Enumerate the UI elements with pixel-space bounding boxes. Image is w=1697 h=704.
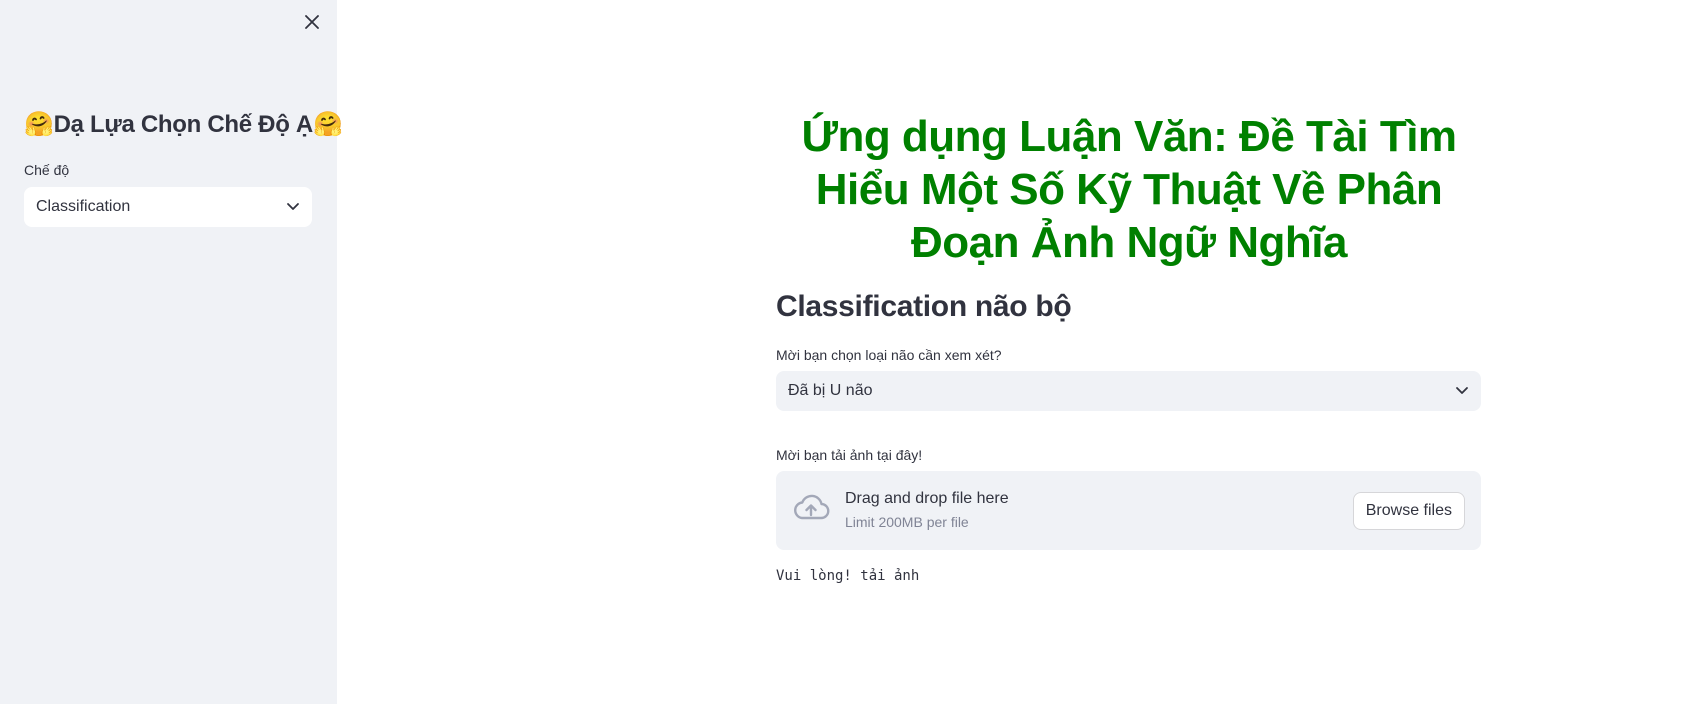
section-subheader: Classification não bộ	[776, 290, 1072, 323]
mode-select-value: Classification	[36, 198, 131, 215]
chevron-down-icon	[1456, 387, 1468, 394]
dropzone-limit: Limit 200MB per file	[845, 514, 969, 530]
status-message: Vui lòng! tải ảnh	[776, 568, 920, 584]
chevron-down-icon	[287, 203, 299, 210]
close-icon	[305, 15, 319, 29]
close-sidebar-button[interactable]	[300, 10, 324, 34]
cloud-upload-icon	[794, 494, 830, 520]
dropzone-text: Drag and drop file here Limit 200MB per …	[845, 490, 1009, 530]
mode-label: Chế độ	[24, 162, 70, 178]
brain-type-select-value: Đã bị U não	[788, 382, 873, 399]
page-title: Ứng dụng Luận Văn: Đề Tài Tìm Hiểu Một S…	[801, 112, 1457, 267]
mode-select[interactable]: Classification	[24, 187, 312, 227]
sidebar-title: 🤗Dạ Lựa Chọn Chế Độ Ạ🤗	[24, 111, 343, 138]
browse-files-button[interactable]: Browse files	[1352, 492, 1465, 530]
sidebar: 🤗Dạ Lựa Chọn Chế Độ Ạ🤗 Chế độ Classifica…	[0, 0, 343, 704]
dropzone-instruction: Drag and drop file here	[845, 490, 1009, 507]
upload-label: Mời bạn tải ảnh tại đây!	[776, 447, 923, 463]
file-dropzone[interactable]: Drag and drop file here Limit 200MB per …	[776, 471, 1481, 550]
brain-type-select[interactable]: Đã bị U não	[776, 371, 1481, 411]
app-root: 🤗Dạ Lựa Chọn Chế Độ Ạ🤗 Chế độ Classifica…	[0, 0, 1697, 704]
brain-type-label: Mời bạn chọn loại não cần xem xét?	[776, 347, 1002, 363]
